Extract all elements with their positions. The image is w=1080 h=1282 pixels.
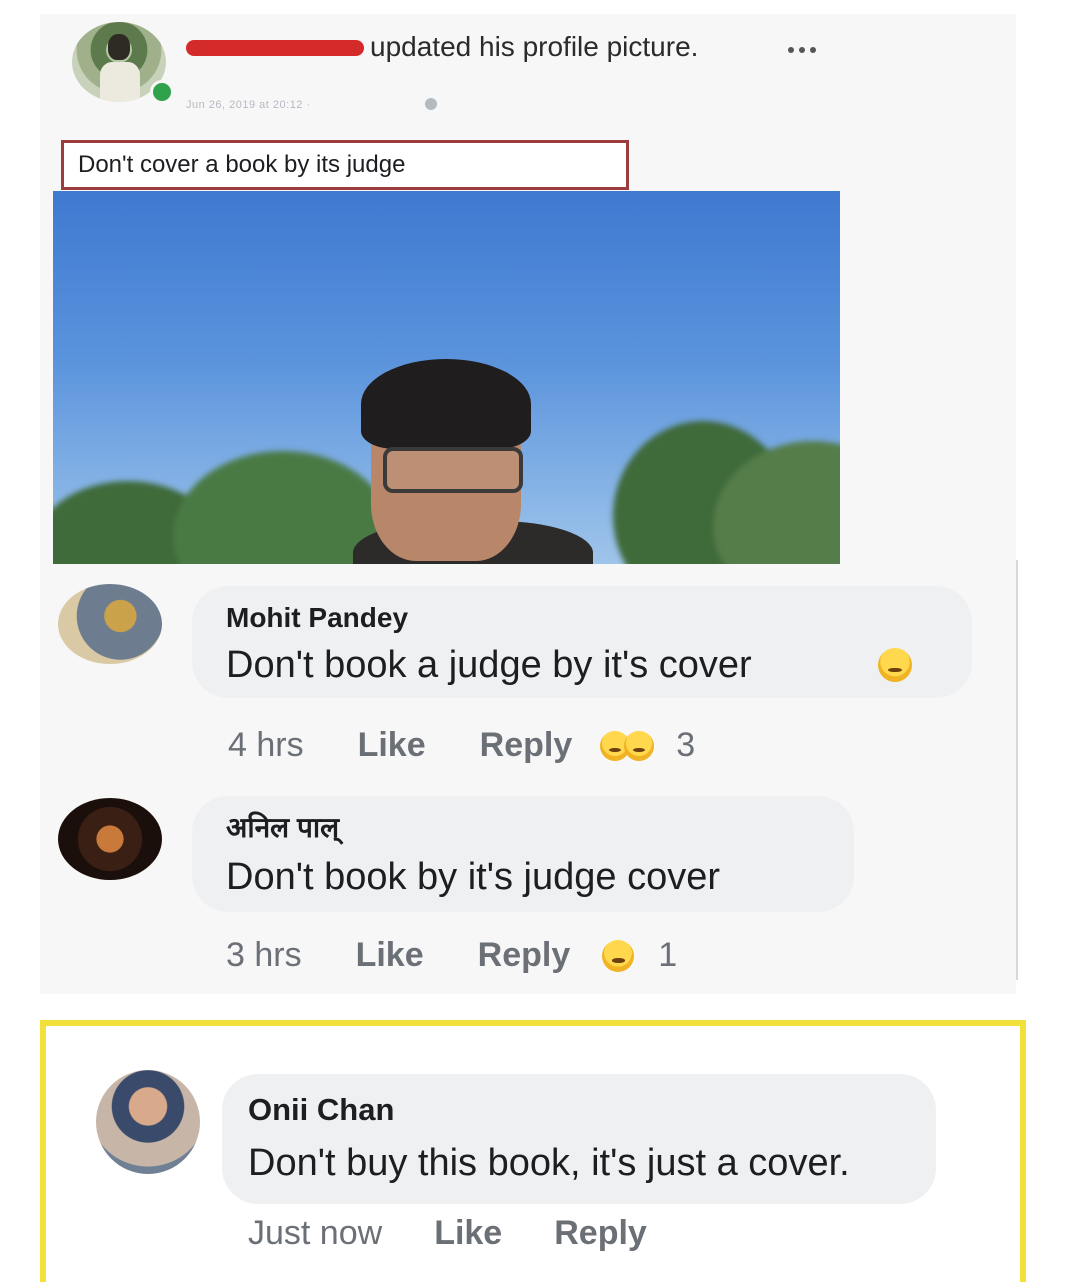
reply-button[interactable]: Reply [478, 936, 571, 975]
reply-button[interactable]: Reply [554, 1214, 647, 1253]
comment-actions: Just now Like Reply [248, 1214, 647, 1253]
reaction-count[interactable]: 1 [658, 936, 677, 975]
comment-text: Don't buy this book, it's just a cover. [248, 1142, 850, 1184]
reaction-count[interactable]: 3 [676, 726, 695, 765]
comment-text: Don't book by it's judge cover [226, 856, 720, 898]
photo-person-hair [361, 359, 531, 449]
divider [1016, 560, 1018, 980]
like-button[interactable]: Like [356, 936, 424, 975]
commenter-avatar[interactable] [58, 584, 162, 664]
comment-text: Don't book a judge by it's cover [226, 644, 752, 686]
post-caption: Don't cover a book by its judge [61, 140, 629, 190]
post-timestamp[interactable]: Jun 26, 2019 at 20:12 · [186, 99, 311, 111]
sad-reaction-icon[interactable] [624, 730, 655, 761]
commenter-avatar[interactable] [96, 1070, 200, 1174]
more-dot-icon [799, 47, 805, 53]
commenter-name[interactable]: Mohit Pandey [226, 602, 408, 634]
audience-globe-icon [425, 98, 437, 110]
comment-time[interactable]: 3 hrs [226, 936, 302, 975]
reply-button[interactable]: Reply [480, 726, 573, 765]
online-status-icon [150, 80, 174, 104]
photo-person-glasses [383, 447, 523, 493]
comment-actions: 4 hrs Like Reply 3 [228, 726, 695, 765]
commenter-name[interactable]: Onii Chan [248, 1092, 394, 1128]
like-button[interactable]: Like [434, 1214, 502, 1253]
commenter-name[interactable]: अनिल पाल् [226, 808, 339, 846]
more-dot-icon [810, 47, 816, 53]
like-button[interactable]: Like [358, 726, 426, 765]
redacted-author-name [186, 40, 364, 56]
sad-reaction-icon[interactable] [602, 939, 635, 972]
profile-photo[interactable] [53, 191, 840, 564]
avatar-figure-head [108, 34, 130, 60]
more-dot-icon [788, 47, 794, 53]
upside-down-face-emoji-icon [878, 648, 912, 682]
comment-actions: 3 hrs Like Reply 1 [226, 936, 677, 975]
more-options-button[interactable] [780, 40, 824, 60]
post-action-text: updated his profile picture. [370, 31, 699, 62]
avatar-figure-body [100, 62, 140, 102]
commenter-avatar[interactable] [58, 798, 162, 880]
comment-time[interactable]: 4 hrs [228, 726, 304, 765]
comment-time[interactable]: Just now [248, 1214, 382, 1253]
